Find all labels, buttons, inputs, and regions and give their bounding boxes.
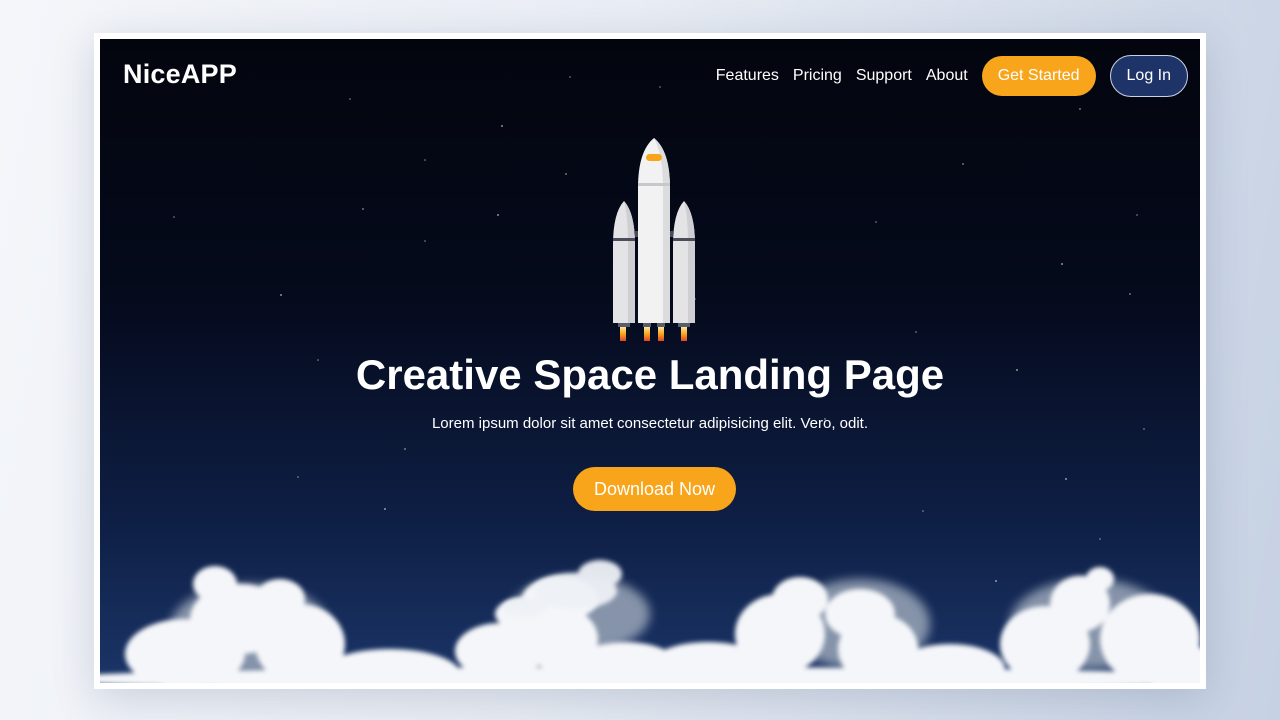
clouds-illustration <box>100 560 1200 683</box>
hero-section: NiceAPP Features Pricing Support About G… <box>100 39 1200 683</box>
browser-frame: NiceAPP Features Pricing Support About G… <box>94 33 1206 689</box>
